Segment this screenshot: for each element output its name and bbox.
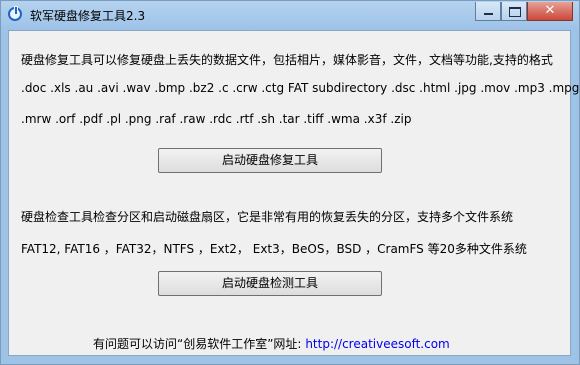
maximize-button[interactable]: [501, 2, 527, 21]
title-bar[interactable]: 软军硬盘修复工具2.3 ✕: [1, 1, 579, 30]
repair-formats-line-1: .doc .xls .au .avi .wav .bmp .bz2 .c .cr…: [21, 81, 580, 95]
client-area: 硬盘修复工具可以修复硬盘上丢失的数据文件，包括相片，媒体影音，文件，文档等功能,…: [8, 30, 579, 356]
repair-description: 硬盘修复工具可以修复硬盘上丢失的数据文件，包括相片，媒体影音，文件，文档等功能,…: [21, 53, 553, 67]
start-check-button[interactable]: 启动硬盘检测工具: [158, 271, 382, 296]
footer-text: 有问题可以访问“创易软件工作室”网址:: [93, 337, 302, 351]
footer: 有问题可以访问“创易软件工作室”网址: http://creativeesoft…: [93, 335, 450, 352]
start-repair-button[interactable]: 启动硬盘修复工具: [158, 148, 382, 173]
minimize-button[interactable]: [475, 2, 501, 21]
repair-formats-line-2: .mrw .orf .pdf .pl .png .raf .raw .rdc .…: [21, 112, 412, 126]
check-description: 硬盘检查工具检查分区和启动磁盘扇区，它是非常有用的恢复丢失的分区，支持多个文件系…: [21, 210, 514, 224]
close-button[interactable]: ✕: [527, 2, 573, 21]
caption-buttons: ✕: [475, 2, 573, 21]
close-icon: ✕: [544, 3, 556, 18]
website-link[interactable]: http://creativeesoft.com: [305, 337, 449, 351]
window-title: 软军硬盘修复工具2.3: [30, 9, 146, 23]
check-filesystems: FAT12, FAT16 ，FAT32，NTFS ，Ext2， Ext3，BeO…: [21, 242, 527, 256]
main-window: 软军硬盘修复工具2.3 ✕ 硬盘修复工具可以修复硬盘上丢失的数据文件，包括相片，…: [0, 0, 580, 365]
power-icon: [8, 6, 22, 21]
